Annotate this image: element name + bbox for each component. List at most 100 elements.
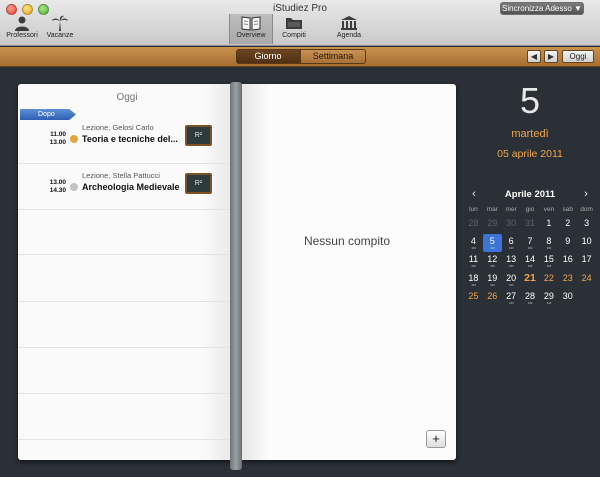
view-bar: Giorno Settimana ◀ ▶ Oggi (0, 47, 600, 67)
schedule-header: Oggi (116, 92, 138, 103)
lesson-color-dot (70, 183, 78, 191)
calendar-day[interactable]: 1 (539, 216, 558, 234)
calendar-day[interactable]: 27 (502, 289, 521, 307)
window-toolbar: iStudiez Pro Sincronizza Adesso ▼ Profes… (0, 0, 600, 46)
calendar-day[interactable]: 17 (577, 252, 596, 270)
building-icon (327, 14, 371, 32)
lesson-type: Lezione, Stella Pattucci (82, 171, 160, 180)
calendar-day[interactable]: 12 (483, 252, 502, 270)
bookmark-ribbon (230, 82, 242, 470)
calendar-day[interactable]: 25 (464, 289, 483, 307)
toolbar-overview[interactable]: Overview (229, 14, 273, 44)
toolbar-label: Agenda (336, 32, 362, 39)
current-day-number: 5 (519, 80, 541, 121)
today-button[interactable]: Oggi (562, 50, 594, 63)
calendar-day[interactable]: 10 (577, 234, 596, 252)
calendar-day[interactable]: 11 (464, 252, 483, 270)
current-weekday: martedì (511, 128, 549, 140)
calendar-weekday-label: lun (469, 206, 478, 213)
calendar-weekday-label: mer (505, 206, 517, 213)
toolbar-label: Vacanze (46, 32, 74, 39)
next-month-button[interactable]: › (580, 188, 592, 200)
divider (18, 209, 236, 210)
divider (18, 439, 236, 440)
lesson-item[interactable]: 13.00 14.30 Lezione, Stella Pattucci Arc… (18, 169, 236, 209)
calendar-day[interactable]: 15 (539, 252, 558, 270)
blackboard-icon[interactable]: R² (185, 125, 212, 146)
calendar-day[interactable]: 21 (521, 271, 540, 289)
divider (18, 393, 236, 394)
toolbar-label: Overview (236, 32, 266, 39)
calendar-day[interactable]: 3 (577, 216, 596, 234)
current-full-date: 05 aprile 2011 (497, 148, 563, 160)
calendar-day[interactable]: 8 (539, 234, 558, 252)
open-book-icon (230, 14, 272, 32)
folder-icon (272, 14, 316, 32)
add-task-button[interactable]: + (426, 430, 446, 448)
calendar-weekday-label: dom (580, 206, 593, 213)
calendar-day[interactable]: 9 (558, 234, 577, 252)
divider (18, 347, 236, 348)
lesson-start: 13.00 (49, 179, 66, 186)
lesson-end: 14.30 (49, 187, 66, 194)
day-view-tab[interactable]: Giorno (236, 49, 300, 64)
lesson-start: 11.00 (50, 131, 66, 138)
lesson-item[interactable]: 11.00 13.00 Lezione, Gelosi Carlo Teoria… (18, 121, 236, 161)
schedule-page: Oggi Dopo 11.00 13.00 Lezione, Gelosi Ca… (18, 84, 236, 460)
planner-book: Oggi Dopo 11.00 13.00 Lezione, Gelosi Ca… (16, 82, 458, 470)
calendar-day[interactable]: 16 (558, 252, 577, 270)
calendar-day[interactable]: 7 (521, 234, 540, 252)
sync-now-button[interactable]: Sincronizza Adesso ▼ (500, 2, 584, 15)
palm-tree-icon (38, 14, 82, 32)
lesson-type: Lezione, Gelosi Carlo (82, 123, 154, 132)
week-view-tab[interactable]: Settimana (300, 49, 366, 64)
calendar-weekday-label: mar (486, 206, 498, 213)
blackboard-icon[interactable]: R² (185, 173, 212, 194)
calendar-day[interactable]: 30 (558, 289, 577, 307)
lesson-subject: Archeologia Medievale (82, 182, 180, 192)
calendar-header: ‹ Aprile 2011 › (464, 188, 596, 202)
toolbar-label: Professori (6, 32, 38, 39)
lesson-subject: Teoria e tecniche del... (82, 134, 178, 144)
calendar-grid: 2829303112345678910111213141516171819202… (464, 216, 596, 307)
calendar-day[interactable]: 28 (464, 216, 483, 234)
no-tasks-message: Nessun compito (303, 234, 391, 248)
calendar-day[interactable]: 29 (539, 289, 558, 307)
tasks-page: Nessun compito + (238, 84, 456, 460)
calendar-day-selected[interactable]: 5 (482, 234, 502, 253)
calendar-day[interactable]: 13 (502, 252, 521, 270)
calendar-day[interactable]: 2 (558, 216, 577, 234)
divider (18, 163, 236, 164)
calendar-day[interactable]: 6 (502, 234, 521, 252)
toolbar-vacanze[interactable]: Vacanze (38, 14, 82, 44)
calendar-day[interactable]: 29 (483, 216, 502, 234)
calendar-day[interactable]: 30 (502, 216, 521, 234)
calendar-day[interactable]: 4 (464, 234, 483, 252)
toolbar-agenda[interactable]: Agenda (327, 14, 371, 44)
divider (18, 254, 236, 255)
calendar-day[interactable]: 26 (483, 289, 502, 307)
calendar-day[interactable]: 14 (521, 252, 540, 270)
divider (18, 301, 236, 302)
calendar-month-title: Aprile 2011 (504, 189, 556, 200)
later-badge: Dopo (20, 109, 76, 120)
calendar-day[interactable]: 28 (521, 289, 540, 307)
calendar-weekday-label: sab (562, 206, 573, 213)
calendar-day[interactable]: 23 (558, 271, 577, 289)
calendar-weekday-label: ven (543, 206, 555, 213)
lesson-color-dot (70, 135, 78, 143)
lesson-end: 13.00 (49, 139, 66, 146)
calendar-day[interactable]: 18 (464, 271, 483, 289)
calendar-day[interactable]: 22 (539, 271, 558, 289)
calendar-day[interactable]: 31 (521, 216, 540, 234)
toolbar-compiti[interactable]: Compiti (272, 14, 316, 44)
calendar-day[interactable]: 19 (483, 271, 502, 289)
previous-day-button[interactable]: ◀ (527, 50, 541, 63)
next-day-button[interactable]: ▶ (544, 50, 558, 63)
calendar-day[interactable]: 24 (577, 271, 596, 289)
toolbar-label: Compiti (282, 32, 306, 39)
lesson-times: 11.00 13.00 (48, 131, 66, 147)
lesson-times: 13.00 14.30 (48, 179, 66, 195)
calendar-day[interactable]: 20 (502, 271, 521, 289)
calendar-weekday-label: gio (525, 206, 535, 213)
